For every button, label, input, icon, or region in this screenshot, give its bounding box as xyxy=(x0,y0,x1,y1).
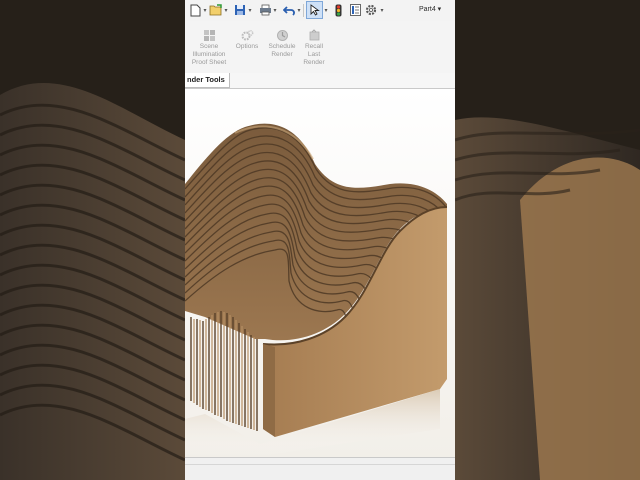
print-dropdown-icon[interactable]: ▾ xyxy=(272,2,278,18)
gear-icon[interactable] xyxy=(363,2,379,18)
standard-toolbar: ▾ ▾ ▾ ▾ ▾ ▾ ▾ Part4 ▾ xyxy=(185,0,455,22)
file-properties-icon[interactable] xyxy=(347,2,363,18)
scene-illumination-button[interactable]: Scene Illumination Proof Sheet xyxy=(189,29,229,67)
recall-last-render-button[interactable]: Recall Last Render xyxy=(299,29,329,67)
graphics-viewport[interactable] xyxy=(185,89,455,457)
status-bar xyxy=(185,457,455,480)
schedule-render-label: Schedule Render xyxy=(268,43,296,58)
options-icon xyxy=(241,30,253,41)
open-dropdown-icon[interactable]: ▾ xyxy=(223,2,229,18)
select-pointer-icon[interactable] xyxy=(306,1,323,19)
schedule-render-button[interactable]: Schedule Render xyxy=(265,29,299,59)
document-title[interactable]: Part4 ▾ xyxy=(419,5,441,13)
options-button[interactable]: Options xyxy=(231,29,263,51)
scene-illumination-icon xyxy=(203,30,215,41)
save-icon[interactable] xyxy=(232,2,248,18)
undo-dropdown-icon[interactable]: ▾ xyxy=(296,2,302,18)
scene-illumination-label: Scene Illumination Proof Sheet xyxy=(191,43,227,66)
schedule-render-icon xyxy=(276,30,288,41)
status-divider xyxy=(185,464,455,465)
render-tools-ribbon: Scene Illumination Proof Sheet Options S… xyxy=(185,21,455,74)
open-folder-icon[interactable] xyxy=(208,2,224,18)
toolbar-separator xyxy=(303,4,304,17)
select-dropdown-icon[interactable]: ▾ xyxy=(323,2,329,18)
command-tabs: nder Tools xyxy=(185,73,455,89)
print-icon[interactable] xyxy=(257,2,273,18)
recall-last-render-label: Recall Last Render xyxy=(303,43,325,66)
traffic-light-icon[interactable] xyxy=(331,2,345,18)
tab-render-tools[interactable]: nder Tools xyxy=(185,73,230,88)
options-label: Options xyxy=(235,43,259,50)
save-dropdown-icon[interactable]: ▾ xyxy=(247,2,253,18)
new-document-icon[interactable] xyxy=(187,2,203,18)
recall-render-icon xyxy=(309,29,319,41)
parametric-wave-model xyxy=(185,89,455,457)
options-dropdown-icon[interactable]: ▾ xyxy=(379,2,385,18)
undo-icon[interactable] xyxy=(281,2,297,18)
application-window: ▾ ▾ ▾ ▾ ▾ ▾ ▾ Part4 ▾ Scene Illumination… xyxy=(185,0,455,480)
